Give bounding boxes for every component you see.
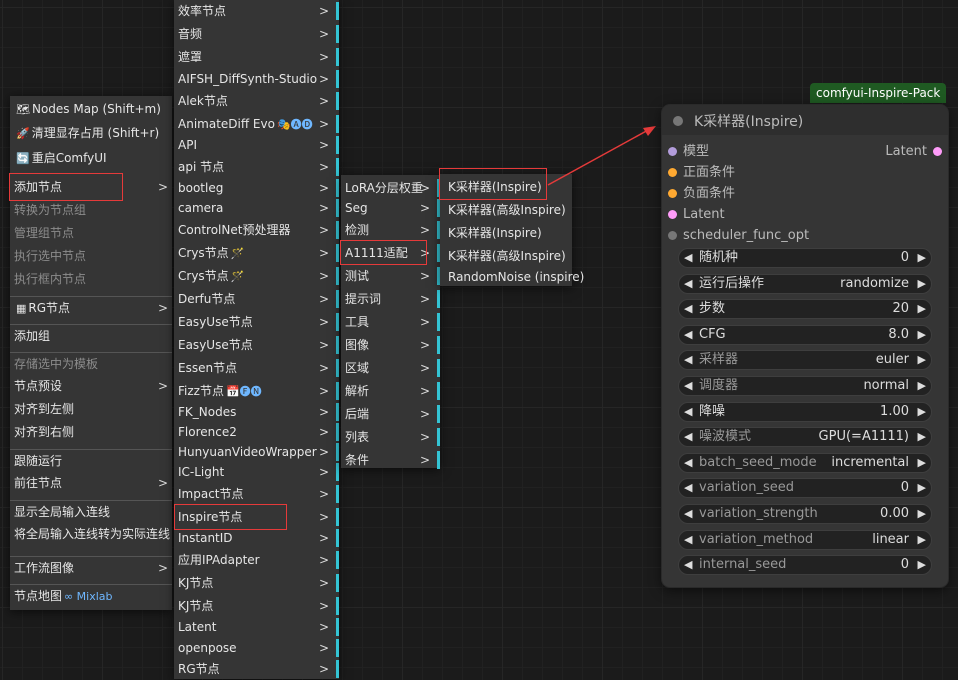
node-input-slot[interactable]: 模型 <box>668 142 709 162</box>
node-output-slot[interactable]: Latent <box>885 142 942 162</box>
widget-label: 噪波模式 <box>699 429 752 445</box>
increment-arrow-icon[interactable]: ▶ <box>918 531 926 549</box>
decrement-arrow-icon[interactable]: ◀ <box>684 326 692 344</box>
decrement-arrow-icon[interactable]: ◀ <box>684 249 692 267</box>
decrement-arrow-icon[interactable]: ◀ <box>684 428 692 446</box>
node-widget[interactable]: ◀ 调度器 normal ▶ <box>678 376 932 396</box>
widget-value: 20 <box>892 301 909 317</box>
decrement-arrow-icon[interactable]: ◀ <box>684 403 692 421</box>
collapse-dot-icon[interactable] <box>673 116 683 126</box>
widget-value: 0.00 <box>880 506 909 521</box>
node-input-slot[interactable]: scheduler_func_opt <box>668 226 809 246</box>
increment-arrow-icon[interactable]: ▶ <box>918 326 926 344</box>
widget-value: 8.0 <box>888 326 909 342</box>
decrement-arrow-icon[interactable]: ◀ <box>684 505 692 523</box>
widget-label: variation_seed <box>699 480 795 496</box>
widget-value: GPU(=A1111) <box>818 429 909 445</box>
widget-value: 0 <box>900 557 909 573</box>
node-widget[interactable]: ◀ 噪波模式 GPU(=A1111) ▶ <box>678 427 932 448</box>
widget-value: normal <box>863 378 909 393</box>
increment-arrow-icon[interactable]: ▶ <box>918 249 926 267</box>
slot-dot-icon[interactable] <box>668 231 677 240</box>
node-widget[interactable]: ◀ batch_seed_mode incremental ▶ <box>678 452 932 473</box>
ksampler-inspire-node[interactable]: K采样器(Inspire) 模型正面条件负面条件 Latent scheduler_… <box>662 105 948 587</box>
decrement-arrow-icon[interactable]: ◀ <box>684 377 692 395</box>
node-title: K采样器(Inspire) <box>694 114 804 130</box>
node-widget[interactable]: ◀ CFG 8.0 ▶ <box>678 324 932 345</box>
increment-arrow-icon[interactable]: ▶ <box>918 505 926 523</box>
node-widget[interactable]: ◀ 采样器 euler ▶ <box>678 350 932 371</box>
widget-value: 0 <box>900 250 909 265</box>
decrement-arrow-icon[interactable]: ◀ <box>684 300 692 318</box>
decrement-arrow-icon[interactable]: ◀ <box>684 275 692 293</box>
widget-label: 采样器 <box>699 352 739 368</box>
widget-label: batch_seed_mode <box>699 454 817 470</box>
widget-value: euler <box>875 352 909 368</box>
pack-badge: comfyui-Inspire-Pack <box>810 83 947 103</box>
decrement-arrow-icon[interactable]: ◀ <box>684 454 692 472</box>
slot-dot-icon[interactable] <box>668 168 677 177</box>
decrement-arrow-icon[interactable]: ◀ <box>684 479 692 497</box>
widget-value: 0 <box>900 480 909 496</box>
slot-dot-icon[interactable] <box>668 189 677 198</box>
slot-label: 负面条件 <box>683 186 736 201</box>
increment-arrow-icon[interactable]: ▶ <box>918 403 926 421</box>
node-widget[interactable]: ◀ variation_strength 0.00 ▶ <box>678 504 932 524</box>
decrement-arrow-icon[interactable]: ◀ <box>684 531 692 549</box>
slot-label: 正面条件 <box>683 165 736 180</box>
slot-label: Latent <box>885 144 927 159</box>
node-widget[interactable]: ◀ 步数 20 ▶ <box>678 299 932 320</box>
decrement-arrow-icon[interactable]: ◀ <box>684 556 692 574</box>
widget-label: 降噪 <box>699 403 726 419</box>
slot-label: 模型 <box>683 144 710 159</box>
node-widget[interactable]: ◀ variation_method linear ▶ <box>678 529 932 550</box>
widget-value: 1.00 <box>880 403 909 419</box>
slot-dot-icon[interactable] <box>933 147 942 156</box>
widget-label: variation_method <box>699 531 814 547</box>
widget-label: internal_seed <box>699 557 787 573</box>
node-widget[interactable]: ◀ 随机种 0 ▶ <box>678 248 932 268</box>
widget-label: 随机种 <box>699 250 739 265</box>
widget-value: linear <box>872 531 909 547</box>
widget-value: incremental <box>831 454 909 470</box>
slot-dot-icon[interactable] <box>668 147 677 156</box>
increment-arrow-icon[interactable]: ▶ <box>918 275 926 293</box>
widget-value: randomize <box>840 275 909 291</box>
widget-label: 步数 <box>699 301 726 317</box>
node-input-slot[interactable]: 负面条件 <box>668 184 735 204</box>
increment-arrow-icon[interactable]: ▶ <box>918 556 926 574</box>
widget-label: variation_strength <box>699 506 818 521</box>
node-input-slot[interactable]: Latent <box>668 205 725 225</box>
node-titlebar[interactable]: K采样器(Inspire) <box>662 105 948 135</box>
node-input-slot[interactable]: 正面条件 <box>668 163 735 183</box>
increment-arrow-icon[interactable]: ▶ <box>918 479 926 497</box>
increment-arrow-icon[interactable]: ▶ <box>918 300 926 318</box>
increment-arrow-icon[interactable]: ▶ <box>918 351 926 369</box>
widget-label: 运行后操作 <box>699 275 765 291</box>
node-widget[interactable]: ◀ 运行后操作 randomize ▶ <box>678 273 932 294</box>
node-widget[interactable]: ◀ variation_seed 0 ▶ <box>678 478 932 499</box>
widget-label: 调度器 <box>699 378 739 393</box>
widget-label: CFG <box>699 326 726 342</box>
slot-label: scheduler_func_opt <box>683 228 810 243</box>
increment-arrow-icon[interactable]: ▶ <box>918 454 926 472</box>
increment-arrow-icon[interactable]: ▶ <box>918 428 926 446</box>
node-widget[interactable]: ◀ 降噪 1.00 ▶ <box>678 401 932 422</box>
node-widget[interactable]: ◀ internal_seed 0 ▶ <box>678 555 932 576</box>
slot-dot-icon[interactable] <box>668 210 677 219</box>
increment-arrow-icon[interactable]: ▶ <box>918 377 926 395</box>
slot-label: Latent <box>683 207 725 222</box>
decrement-arrow-icon[interactable]: ◀ <box>684 351 692 369</box>
